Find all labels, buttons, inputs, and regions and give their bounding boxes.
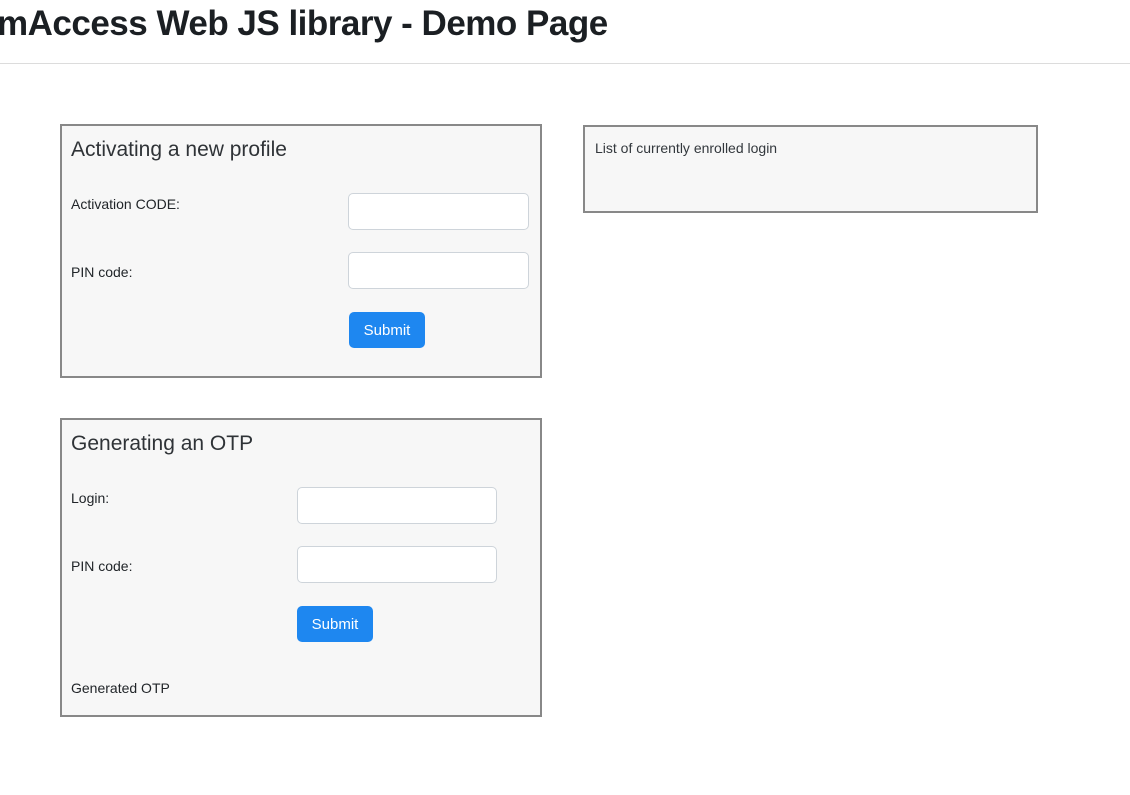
otp-pin-input[interactable] <box>297 546 497 583</box>
activation-pin-input[interactable] <box>348 252 529 289</box>
otp-submit-button[interactable]: Submit <box>297 606 373 642</box>
enrolled-login-list-label: List of currently enrolled login <box>595 140 777 156</box>
activation-code-label: Activation CODE: <box>71 194 180 214</box>
activation-submit-button[interactable]: Submit <box>349 312 425 348</box>
otp-panel-heading: Generating an OTP <box>71 432 253 456</box>
otp-panel: Generating an OTP Login: PIN code: Submi… <box>60 418 542 717</box>
enrolled-login-panel: List of currently enrolled login <box>583 125 1038 213</box>
otp-login-label: Login: <box>71 488 109 508</box>
activation-panel: Activating a new profile Activation CODE… <box>60 124 542 378</box>
activation-code-input[interactable] <box>348 193 529 230</box>
generated-otp-label: Generated OTP <box>71 680 170 696</box>
header-divider <box>0 63 1130 64</box>
otp-login-input[interactable] <box>297 487 497 524</box>
activation-panel-heading: Activating a new profile <box>71 138 287 162</box>
activation-pin-label: PIN code: <box>71 262 132 282</box>
page-title: mAccess Web JS library - Demo Page <box>0 4 608 44</box>
otp-pin-label: PIN code: <box>71 556 132 576</box>
